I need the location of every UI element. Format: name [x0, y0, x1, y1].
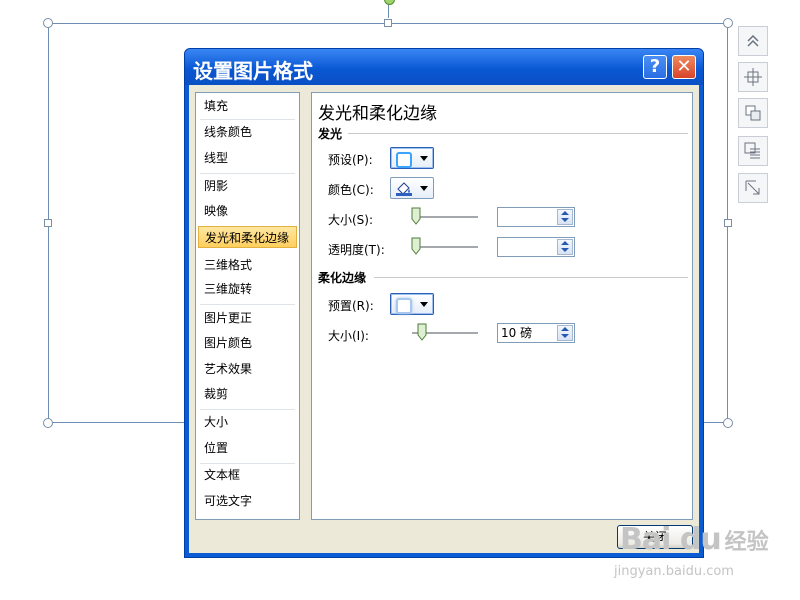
category-divider	[200, 304, 295, 305]
dialog-titlebar[interactable]: 设置图片格式 ? ✕	[185, 49, 703, 85]
resize-handle-top-right[interactable]	[723, 18, 733, 28]
bring-forward-icon[interactable]	[738, 98, 768, 128]
glow-color-label: 颜色(C):	[328, 183, 374, 197]
resize-handle-top[interactable]	[384, 19, 392, 27]
resize-handle-left[interactable]	[44, 219, 52, 227]
close-icon[interactable]: ✕	[672, 55, 696, 79]
paint-bucket-icon	[396, 182, 412, 196]
soft-edges-preset-label: 预置(R):	[328, 299, 374, 313]
category-3d-format[interactable]: 三维格式	[198, 254, 297, 276]
glow-transparency-label: 透明度(T):	[328, 243, 385, 257]
soft-edges-size-spinner[interactable]: 10 磅	[497, 323, 575, 343]
glow-section-title: 发光	[318, 127, 343, 141]
category-picture-corrections[interactable]: 图片更正	[198, 307, 297, 329]
category-list: 填充 线条颜色 线型 阴影 映像 发光和柔化边缘 三维格式 三维旋转 图片更正 …	[195, 92, 300, 520]
category-divider	[200, 409, 295, 410]
category-crop[interactable]: 裁剪	[198, 383, 297, 405]
soft-edges-size-slider-thumb[interactable]	[417, 323, 427, 341]
soft-edges-size-value: 10 磅	[501, 326, 533, 340]
rotation-handle[interactable]	[384, 0, 395, 5]
soft-edges-size-label: 大小(I):	[328, 329, 369, 343]
category-size[interactable]: 大小	[198, 411, 297, 433]
glow-transparency-spinner[interactable]	[497, 237, 575, 257]
glow-preset-swatch	[396, 152, 412, 168]
resize-handle-bottom-right[interactable]	[723, 418, 733, 428]
chevron-down-icon	[420, 186, 428, 191]
help-button[interactable]: ?	[643, 55, 667, 79]
chevron-down-icon	[420, 156, 428, 161]
category-divider	[200, 173, 295, 174]
baidu-watermark: Bai du 经验	[620, 522, 769, 557]
glow-size-label: 大小(S):	[328, 213, 374, 227]
spinner-arrows-icon[interactable]	[557, 325, 573, 341]
glow-preset-dropdown[interactable]	[390, 147, 434, 169]
spinner-arrows-icon[interactable]	[557, 239, 573, 255]
resize-handle-top-left[interactable]	[43, 18, 53, 28]
wrap-text-icon[interactable]	[738, 136, 768, 166]
panel-title: 发光和柔化边缘	[318, 104, 437, 124]
category-line-color[interactable]: 线条颜色	[198, 121, 297, 143]
soft-edges-preset-dropdown[interactable]	[390, 293, 434, 315]
category-line-style[interactable]: 线型	[198, 147, 297, 169]
category-text-box[interactable]: 文本框	[198, 464, 297, 486]
chevron-down-icon	[420, 302, 428, 307]
resize-handle-right[interactable]	[724, 219, 732, 227]
resize-handle-bottom-left[interactable]	[43, 418, 53, 428]
category-fill[interactable]: 填充	[198, 95, 297, 117]
glow-transparency-slider-thumb[interactable]	[411, 237, 421, 255]
section-divider	[348, 133, 688, 134]
glow-size-spinner[interactable]	[497, 207, 575, 227]
glow-size-slider-thumb[interactable]	[411, 207, 421, 225]
spinner-arrows-icon[interactable]	[557, 209, 573, 225]
settings-panel: 发光和柔化边缘 发光 预设(P): 颜色(C): 大小(S): 透明度(T): …	[311, 92, 693, 520]
watermark-url: jingyan.baidu.com	[614, 564, 734, 579]
watermark-text: 经验	[724, 530, 769, 555]
category-artistic-effects[interactable]: 艺术效果	[198, 358, 297, 380]
category-reflection[interactable]: 映像	[198, 200, 297, 222]
category-3d-rotation[interactable]: 三维旋转	[198, 278, 297, 300]
category-alt-text[interactable]: 可选文字	[198, 490, 297, 512]
glow-color-dropdown[interactable]	[390, 177, 434, 199]
category-divider	[200, 119, 295, 120]
dialog-title: 设置图片格式	[193, 59, 313, 83]
format-picture-dialog: 设置图片格式 ? ✕ 填充 线条颜色 线型 阴影 映像 发光和柔化边缘 三维格式…	[184, 48, 704, 558]
dialog-body: 填充 线条颜色 线型 阴影 映像 发光和柔化边缘 三维格式 三维旋转 图片更正 …	[189, 85, 699, 553]
glow-transparency-slider-track[interactable]	[412, 246, 478, 249]
resize-icon[interactable]	[738, 173, 768, 203]
category-shadow[interactable]: 阴影	[198, 175, 297, 197]
category-position[interactable]: 位置	[198, 437, 297, 459]
chevrons-up-icon[interactable]	[738, 26, 768, 56]
glow-size-slider-track[interactable]	[412, 216, 478, 219]
category-picture-color[interactable]: 图片颜色	[198, 332, 297, 354]
align-center-icon[interactable]	[738, 62, 768, 92]
soft-edges-section-title: 柔化边缘	[318, 271, 367, 285]
soft-edges-preset-swatch	[396, 298, 412, 314]
category-glow-soft-edges[interactable]: 发光和柔化边缘	[198, 226, 297, 248]
glow-preset-label: 预设(P):	[328, 153, 373, 167]
baidu-logo: Bai du	[620, 522, 722, 557]
section-divider	[374, 277, 688, 278]
